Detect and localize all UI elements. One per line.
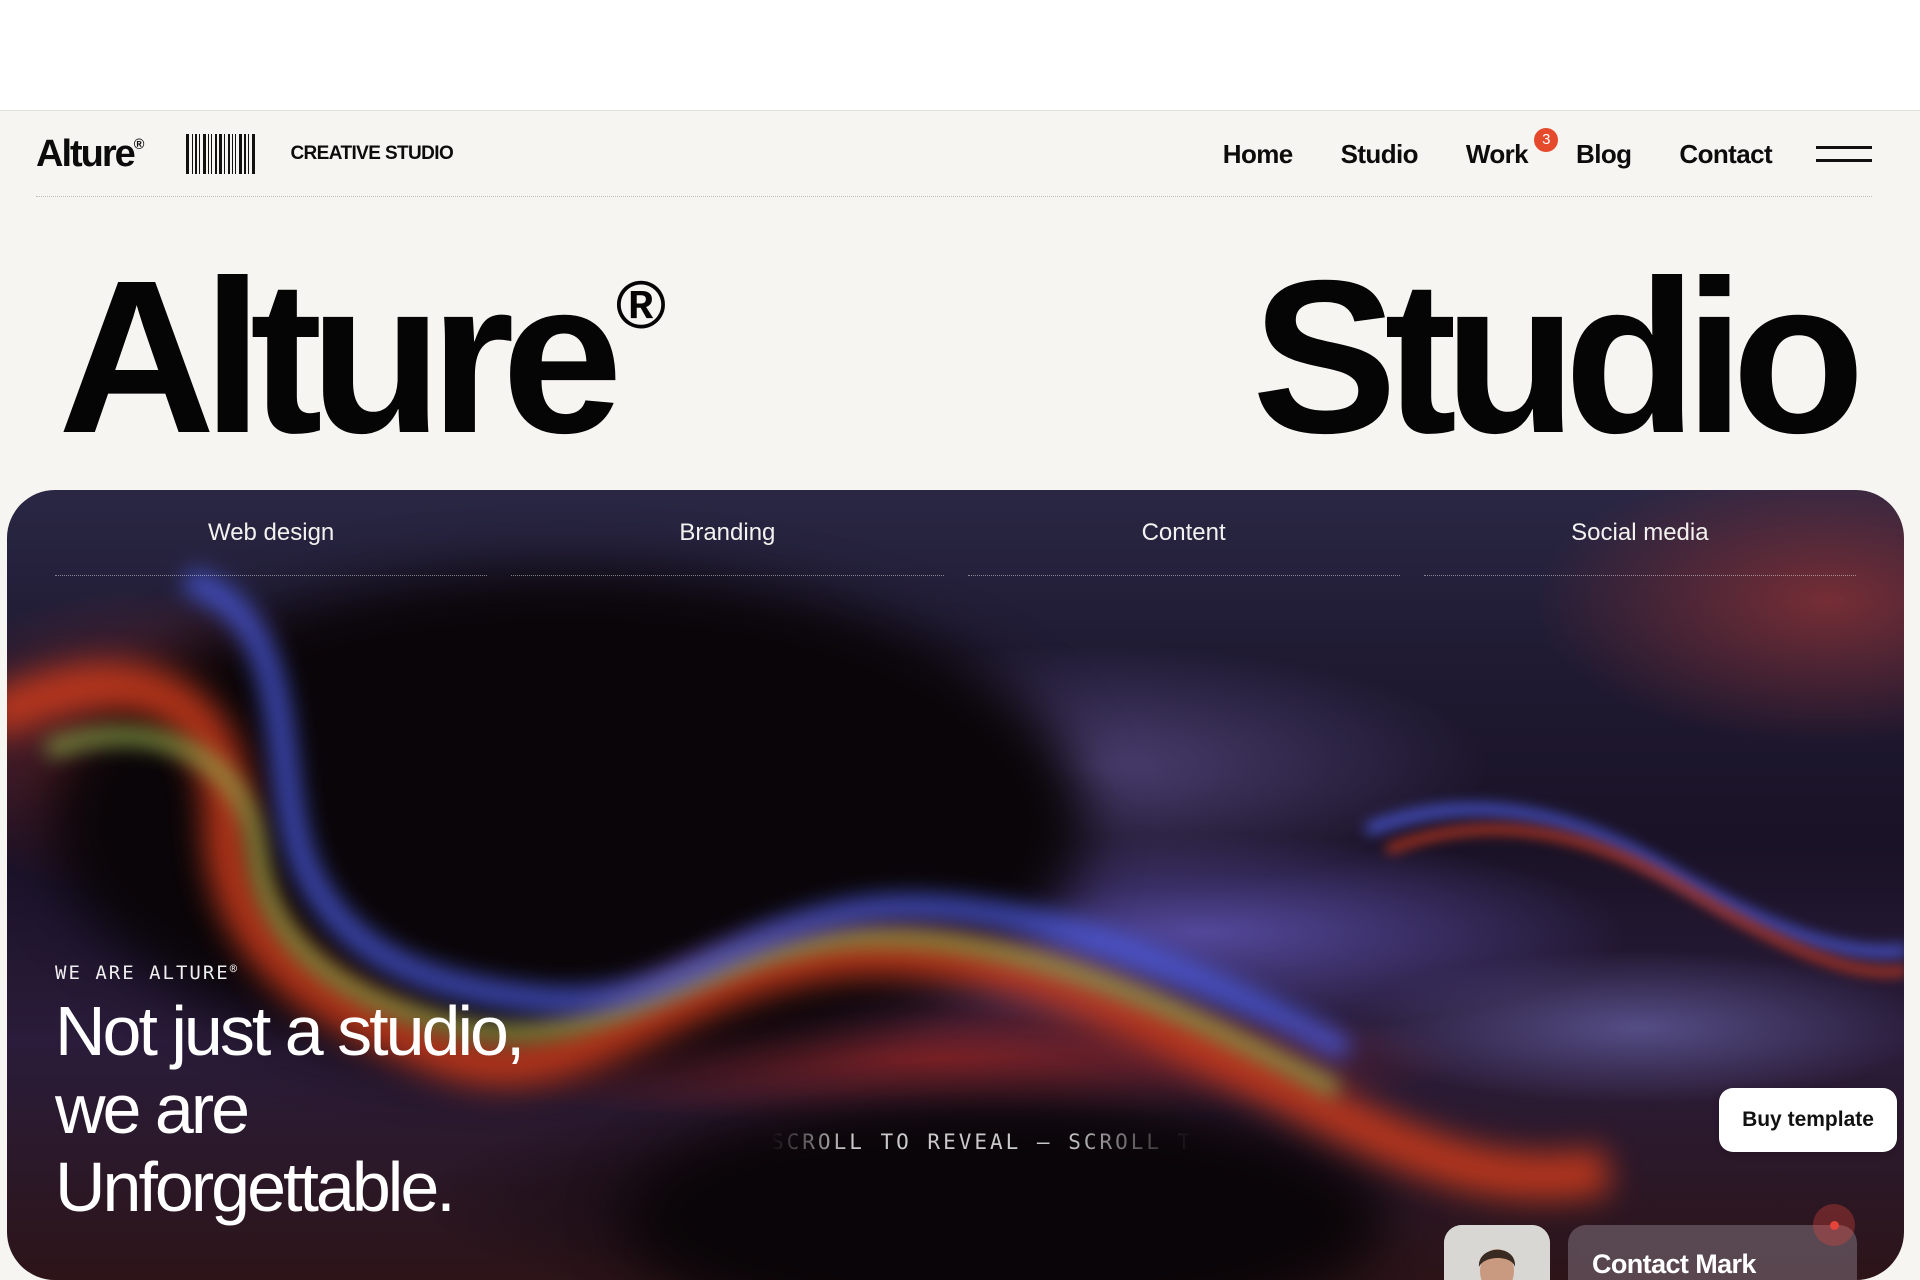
- page: Alture® CREATIVE STUDIO Home Studio Work…: [0, 110, 1920, 1280]
- hero-title-alture-text: Alture: [58, 236, 623, 479]
- work-count-badge: 3: [1534, 127, 1559, 152]
- online-status-dot: [1813, 1204, 1855, 1246]
- person-portrait-icon: [1444, 1225, 1550, 1280]
- hero-gradient-card: Web design Branding Content Social media…: [7, 490, 1904, 1280]
- hero-title-studio: Studio: [1251, 236, 1865, 479]
- nav-home[interactable]: Home: [1223, 139, 1293, 170]
- tab-content[interactable]: Content: [967, 490, 1401, 576]
- logo-text: Alture: [36, 133, 136, 175]
- nav-studio[interactable]: Studio: [1341, 139, 1419, 170]
- barcode-icon: [186, 134, 272, 174]
- contact-name: Contact Mark: [1592, 1249, 1756, 1279]
- header-divider: [36, 196, 1872, 197]
- nav-contact[interactable]: Contact: [1679, 139, 1772, 170]
- creative-studio-tagline: CREATIVE STUDIO: [290, 143, 454, 164]
- site-header: Alture® CREATIVE STUDIO Home Studio Work…: [36, 111, 1872, 197]
- services-tabs: Web design Branding Content Social media: [55, 490, 1857, 576]
- intro-eyebrow-text: WE ARE ALTURE: [55, 962, 230, 984]
- tab-social-media[interactable]: Social media: [1423, 490, 1857, 576]
- scroll-to-reveal-marquee: SCROLL TO REVEAL — SCROLL T: [771, 1130, 1194, 1154]
- contact-mark-card[interactable]: Contact Mark Business director at Alture…: [1568, 1225, 1857, 1280]
- hamburger-menu-icon[interactable]: [1816, 144, 1872, 164]
- main-nav: Home Studio Work 3 Blog Contact: [1223, 127, 1773, 170]
- hero-title-alture: Alture®: [58, 249, 666, 467]
- intro-headline: Not just a studio, we are Unforgettable.: [55, 992, 525, 1226]
- hero-registered-mark: ®: [615, 267, 666, 343]
- intro-eyebrow: WE ARE ALTURE®: [55, 962, 237, 984]
- buy-template-button[interactable]: Buy template: [1719, 1088, 1897, 1152]
- contact-avatar[interactable]: [1444, 1225, 1550, 1280]
- intro-eyebrow-mark: ®: [229, 962, 237, 976]
- tab-web-design[interactable]: Web design: [55, 490, 488, 576]
- logo-registered-mark: ®: [133, 137, 145, 154]
- nav-work[interactable]: Work 3: [1465, 127, 1559, 170]
- logo[interactable]: Alture®: [36, 135, 144, 173]
- nav-work-label: Work: [1465, 138, 1529, 169]
- nav-blog[interactable]: Blog: [1576, 139, 1632, 170]
- tab-branding[interactable]: Branding: [511, 490, 944, 576]
